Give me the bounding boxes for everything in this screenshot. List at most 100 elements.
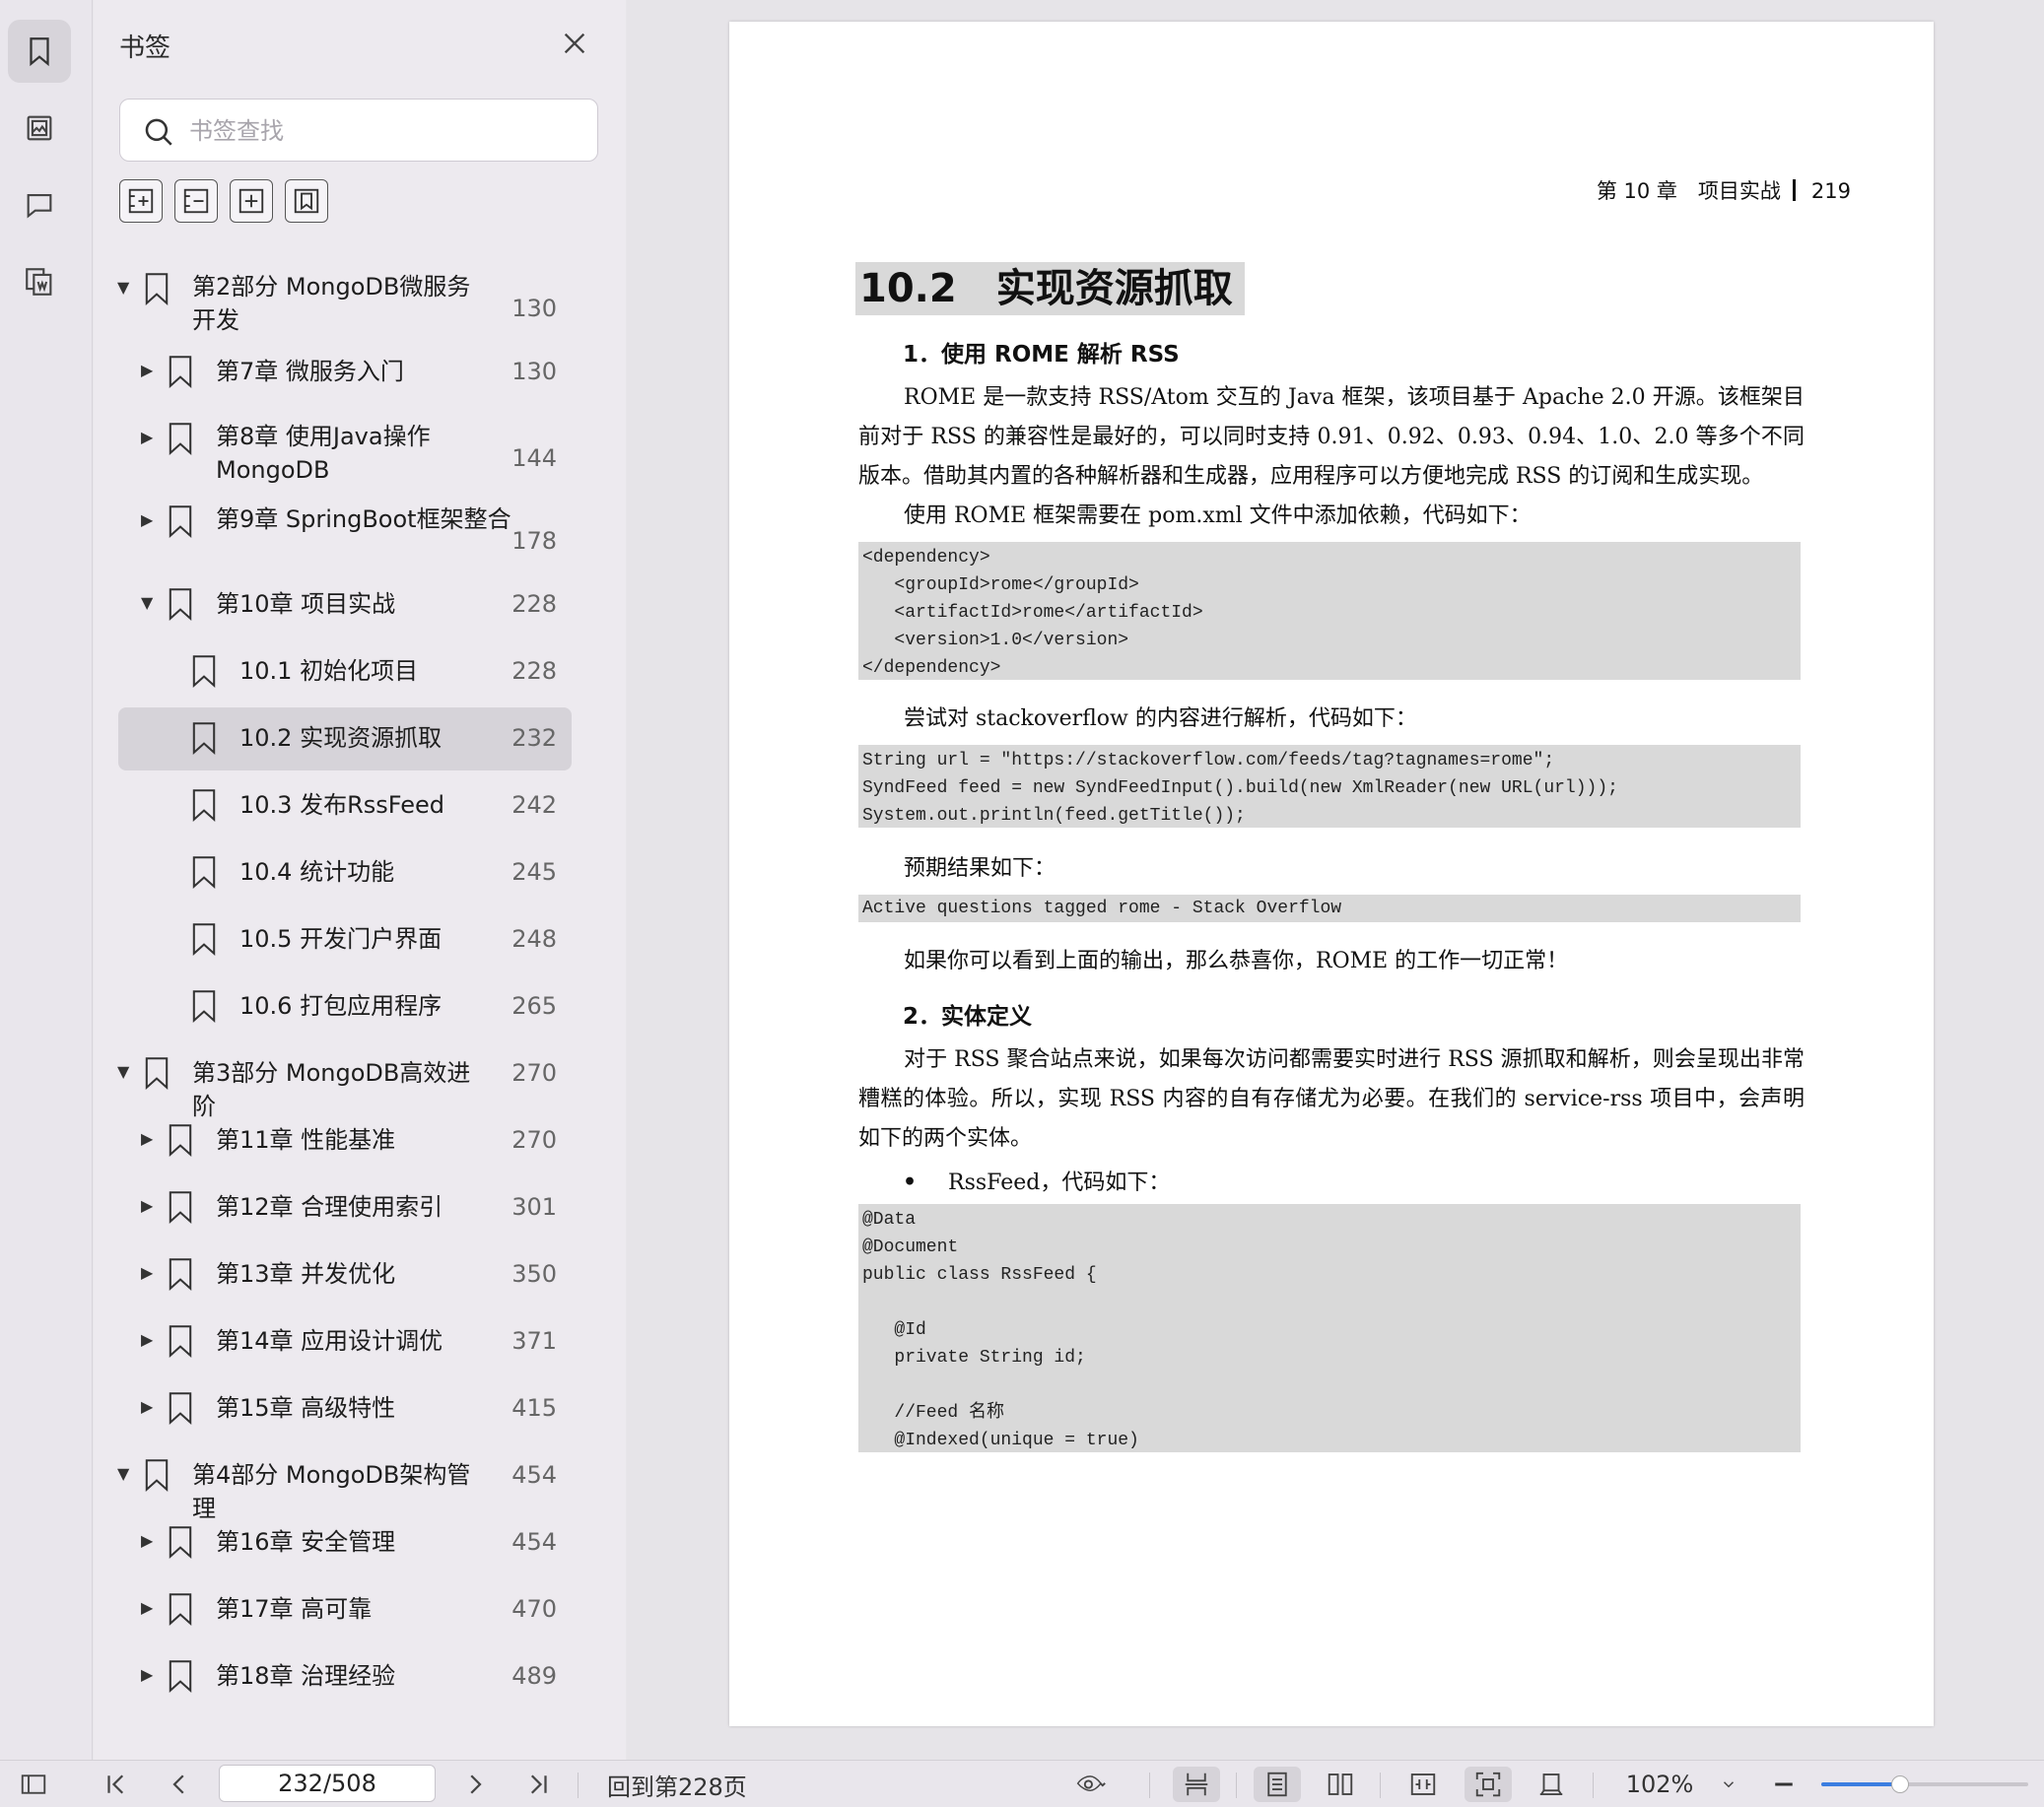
search-icon [145, 118, 172, 146]
bookmark-icon [169, 1526, 192, 1559]
expand-triangle-icon[interactable]: ▶ [141, 1397, 153, 1416]
bookmark-label: 第3部分 MongoDB高效进阶 [192, 1059, 471, 1120]
expand-triangle-icon[interactable]: ▶ [141, 1330, 153, 1349]
bookmark-page-number: 130 [511, 295, 557, 322]
bookmark-page-number: 454 [511, 1528, 557, 1556]
goto-page-link[interactable]: 回到第228页 [607, 1767, 765, 1802]
add-bookmark-icon[interactable] [230, 179, 273, 223]
first-page-icon[interactable] [97, 1767, 136, 1802]
fit-page-icon[interactable] [1465, 1767, 1512, 1802]
collapse-triangle-icon[interactable]: ▼ [141, 593, 153, 612]
bookmark-page-number: 270 [511, 1059, 557, 1087]
paragraph: 如果你可以看到上面的输出，那么恭喜你，ROME 的工作一切正常！ [904, 949, 1569, 973]
page-number-input[interactable] [219, 1765, 436, 1802]
toggle-sidebar-icon[interactable] [14, 1767, 53, 1802]
paragraph: ROME 是一款支持 RSS/Atom 交互的 Java 框架，该项目基于 Ap… [858, 385, 1805, 489]
view-mode-eye-icon[interactable] [1060, 1767, 1124, 1802]
bookmark-icon [145, 1459, 169, 1492]
bookmark-icon [145, 1057, 169, 1090]
bookmark-icon [169, 1258, 192, 1291]
comments-tab-icon[interactable] [8, 173, 71, 236]
expand-triangle-icon[interactable]: ▶ [141, 1531, 153, 1550]
running-head: 第 10 章 项目实战 219 [1597, 175, 1851, 205]
bookmark-page-number: 415 [511, 1394, 557, 1422]
bookmark-label: 第11章 性能基准 [216, 1126, 396, 1154]
paragraph: 使用 ROME 框架需要在 pom.xml 文件中添加依赖，代码如下： [904, 503, 1532, 528]
bookmark-icon [169, 1325, 192, 1358]
code-block: @Data @Document public class RssFeed { @… [858, 1204, 1801, 1452]
bookmark-icon [192, 990, 216, 1023]
bookmark-page-number: 454 [511, 1461, 557, 1489]
expand-triangle-icon[interactable]: ▶ [141, 1263, 153, 1282]
rotate-page-icon[interactable] [1528, 1767, 1575, 1802]
bookmark-icon [192, 722, 216, 755]
continuous-scroll-icon[interactable] [1173, 1767, 1220, 1802]
expand-all-icon[interactable] [119, 179, 163, 223]
bookmark-icon [192, 856, 216, 889]
expand-triangle-icon[interactable]: ▶ [141, 1129, 153, 1148]
expand-triangle-icon[interactable]: ▶ [141, 1196, 153, 1215]
bookmark-icon [169, 1124, 192, 1157]
collapse-all-icon[interactable] [174, 179, 218, 223]
bookmark-page-number: 228 [511, 590, 557, 618]
zoom-slider-knob[interactable] [1890, 1775, 1909, 1793]
bookmark-page-number: 350 [511, 1260, 557, 1288]
bookmark-label: 第12章 合理使用索引 [216, 1193, 443, 1221]
bookmark-page-number: 144 [511, 444, 557, 472]
bookmark-page-number: 178 [511, 527, 557, 555]
single-page-icon[interactable] [1254, 1767, 1301, 1802]
bookmark-label: 第9章 SpringBoot框架整合 [216, 505, 511, 533]
bookmark-page-number: 242 [511, 791, 557, 819]
expand-triangle-icon[interactable]: ▶ [141, 1598, 153, 1617]
expand-triangle-icon[interactable]: ▶ [141, 361, 153, 379]
thumbnails-tab-icon[interactable] [8, 97, 71, 160]
document-viewport: 第 10 章 项目实战 219 10.2 实现资源抓取 1．使用 ROME 解析 … [627, 0, 2044, 1760]
collapse-triangle-icon[interactable]: ▼ [117, 1464, 129, 1483]
expand-triangle-icon[interactable]: ▶ [141, 1665, 153, 1684]
document-page: 第 10 章 项目实战 219 10.2 实现资源抓取 1．使用 ROME 解析 … [729, 22, 1934, 1726]
bookmark-label: 第17章 高可靠 [216, 1595, 373, 1623]
bookmark-icon [169, 588, 192, 621]
attachments-tab-icon[interactable] [8, 250, 71, 313]
section-title: 10.2 实现资源抓取 [855, 262, 1245, 315]
previous-page-icon[interactable] [160, 1767, 199, 1802]
next-page-icon[interactable] [455, 1767, 495, 1802]
subheading-entity: 2．实体定义 [903, 1004, 1033, 1030]
running-head-chapter: 第 10 章 项目实战 [1596, 179, 1781, 203]
bookmark-icon [169, 1191, 192, 1224]
bookmark-label: 第2部分 MongoDB微服务开发 [192, 273, 471, 334]
bookmark-ribbon-icon[interactable] [285, 179, 328, 223]
panel-title: 书签 [119, 33, 171, 63]
bookmarks-tab-icon[interactable] [8, 20, 71, 83]
zoom-dropdown-chevron-icon[interactable] [1711, 1767, 1746, 1802]
bookmark-label: 第8章 使用Java操作MongoDB [216, 423, 431, 484]
expand-triangle-icon[interactable]: ▶ [141, 510, 153, 529]
bookmark-label: 第4部分 MongoDB架构管理 [192, 1461, 471, 1522]
bookmark-page-number: 130 [511, 358, 557, 385]
code-block: String url = "https://stackoverflow.com/… [858, 745, 1801, 828]
collapse-triangle-icon[interactable]: ▼ [117, 1062, 129, 1081]
subheading-rome: 1．使用 ROME 解析 RSS [903, 342, 1180, 368]
collapse-triangle-icon[interactable]: ▼ [117, 278, 129, 297]
zoom-out-icon[interactable] [1764, 1767, 1804, 1802]
fit-width-icon[interactable] [1399, 1767, 1447, 1802]
bookmark-icon [169, 1593, 192, 1626]
zoom-slider[interactable] [1821, 1775, 2028, 1793]
sidebar-rail [0, 0, 93, 1760]
bookmark-icon [192, 789, 216, 822]
bookmark-search-input[interactable] [189, 111, 583, 151]
bookmark-icon [192, 655, 216, 688]
two-page-icon[interactable] [1317, 1767, 1364, 1802]
expand-triangle-icon[interactable]: ▶ [141, 428, 153, 446]
bookmark-page-number: 270 [511, 1126, 557, 1154]
bookmark-page-number: 489 [511, 1662, 557, 1690]
close-panel-icon[interactable] [559, 28, 590, 59]
bookmark-page-number: 228 [511, 657, 557, 685]
code-block: <dependency> <groupId>rome</groupId> <ar… [858, 542, 1801, 680]
bookmark-label: 第16章 安全管理 [216, 1528, 396, 1556]
bookmark-icon [145, 273, 169, 305]
code-block: Active questions tagged rome - Stack Ove… [858, 895, 1801, 922]
bookmark-page-number: 265 [511, 992, 557, 1020]
last-page-icon[interactable] [518, 1767, 558, 1802]
zoom-level[interactable]: 102% [1620, 1767, 1699, 1802]
